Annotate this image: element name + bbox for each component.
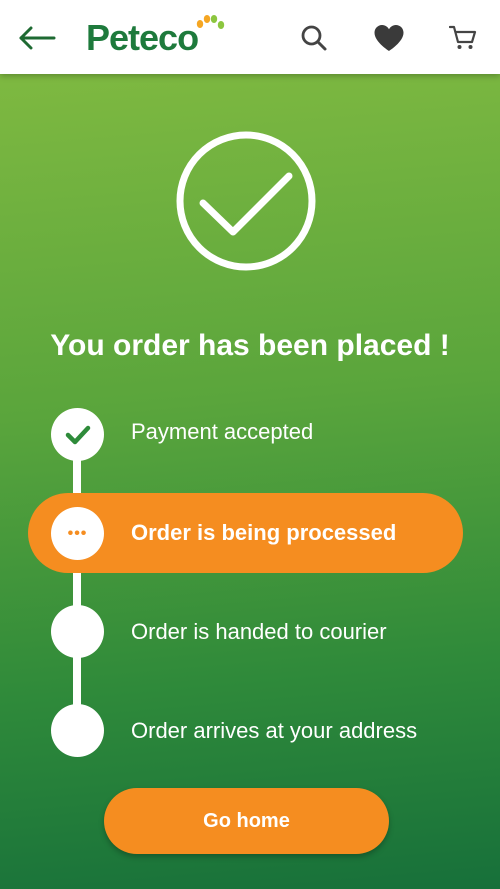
page-title: You order has been placed ! bbox=[50, 329, 450, 362]
brand-logo[interactable]: Peteco bbox=[86, 14, 231, 60]
step-3-indicator bbox=[51, 605, 104, 658]
arrow-left-icon bbox=[19, 26, 56, 50]
step-3-label: Order is handed to courier bbox=[131, 619, 387, 644]
checkmark-circle-icon bbox=[176, 131, 316, 271]
step-2-label: Order is being processed bbox=[131, 520, 397, 545]
search-button[interactable] bbox=[294, 18, 334, 58]
cart-icon bbox=[449, 25, 477, 49]
step-1-indicator bbox=[51, 408, 104, 461]
top-app-bar: Peteco bbox=[0, 0, 500, 74]
heart-icon bbox=[374, 25, 404, 51]
back-button[interactable] bbox=[14, 18, 60, 58]
step-4-label: Order arrives at your address bbox=[131, 718, 418, 743]
check-icon bbox=[65, 425, 90, 444]
search-icon bbox=[301, 25, 327, 51]
step-1-label: Payment accepted bbox=[131, 419, 314, 444]
go-home-button[interactable]: Go home bbox=[104, 788, 389, 854]
timeline-connector bbox=[73, 440, 81, 730]
favorites-button[interactable] bbox=[368, 18, 410, 58]
cart-button[interactable] bbox=[443, 18, 483, 58]
logo-text: Peteco bbox=[86, 17, 199, 58]
step-2-indicator: ••• bbox=[51, 507, 104, 560]
step-4-indicator bbox=[51, 704, 104, 757]
paw-icon bbox=[196, 15, 225, 29]
ellipsis-icon: ••• bbox=[67, 524, 88, 542]
